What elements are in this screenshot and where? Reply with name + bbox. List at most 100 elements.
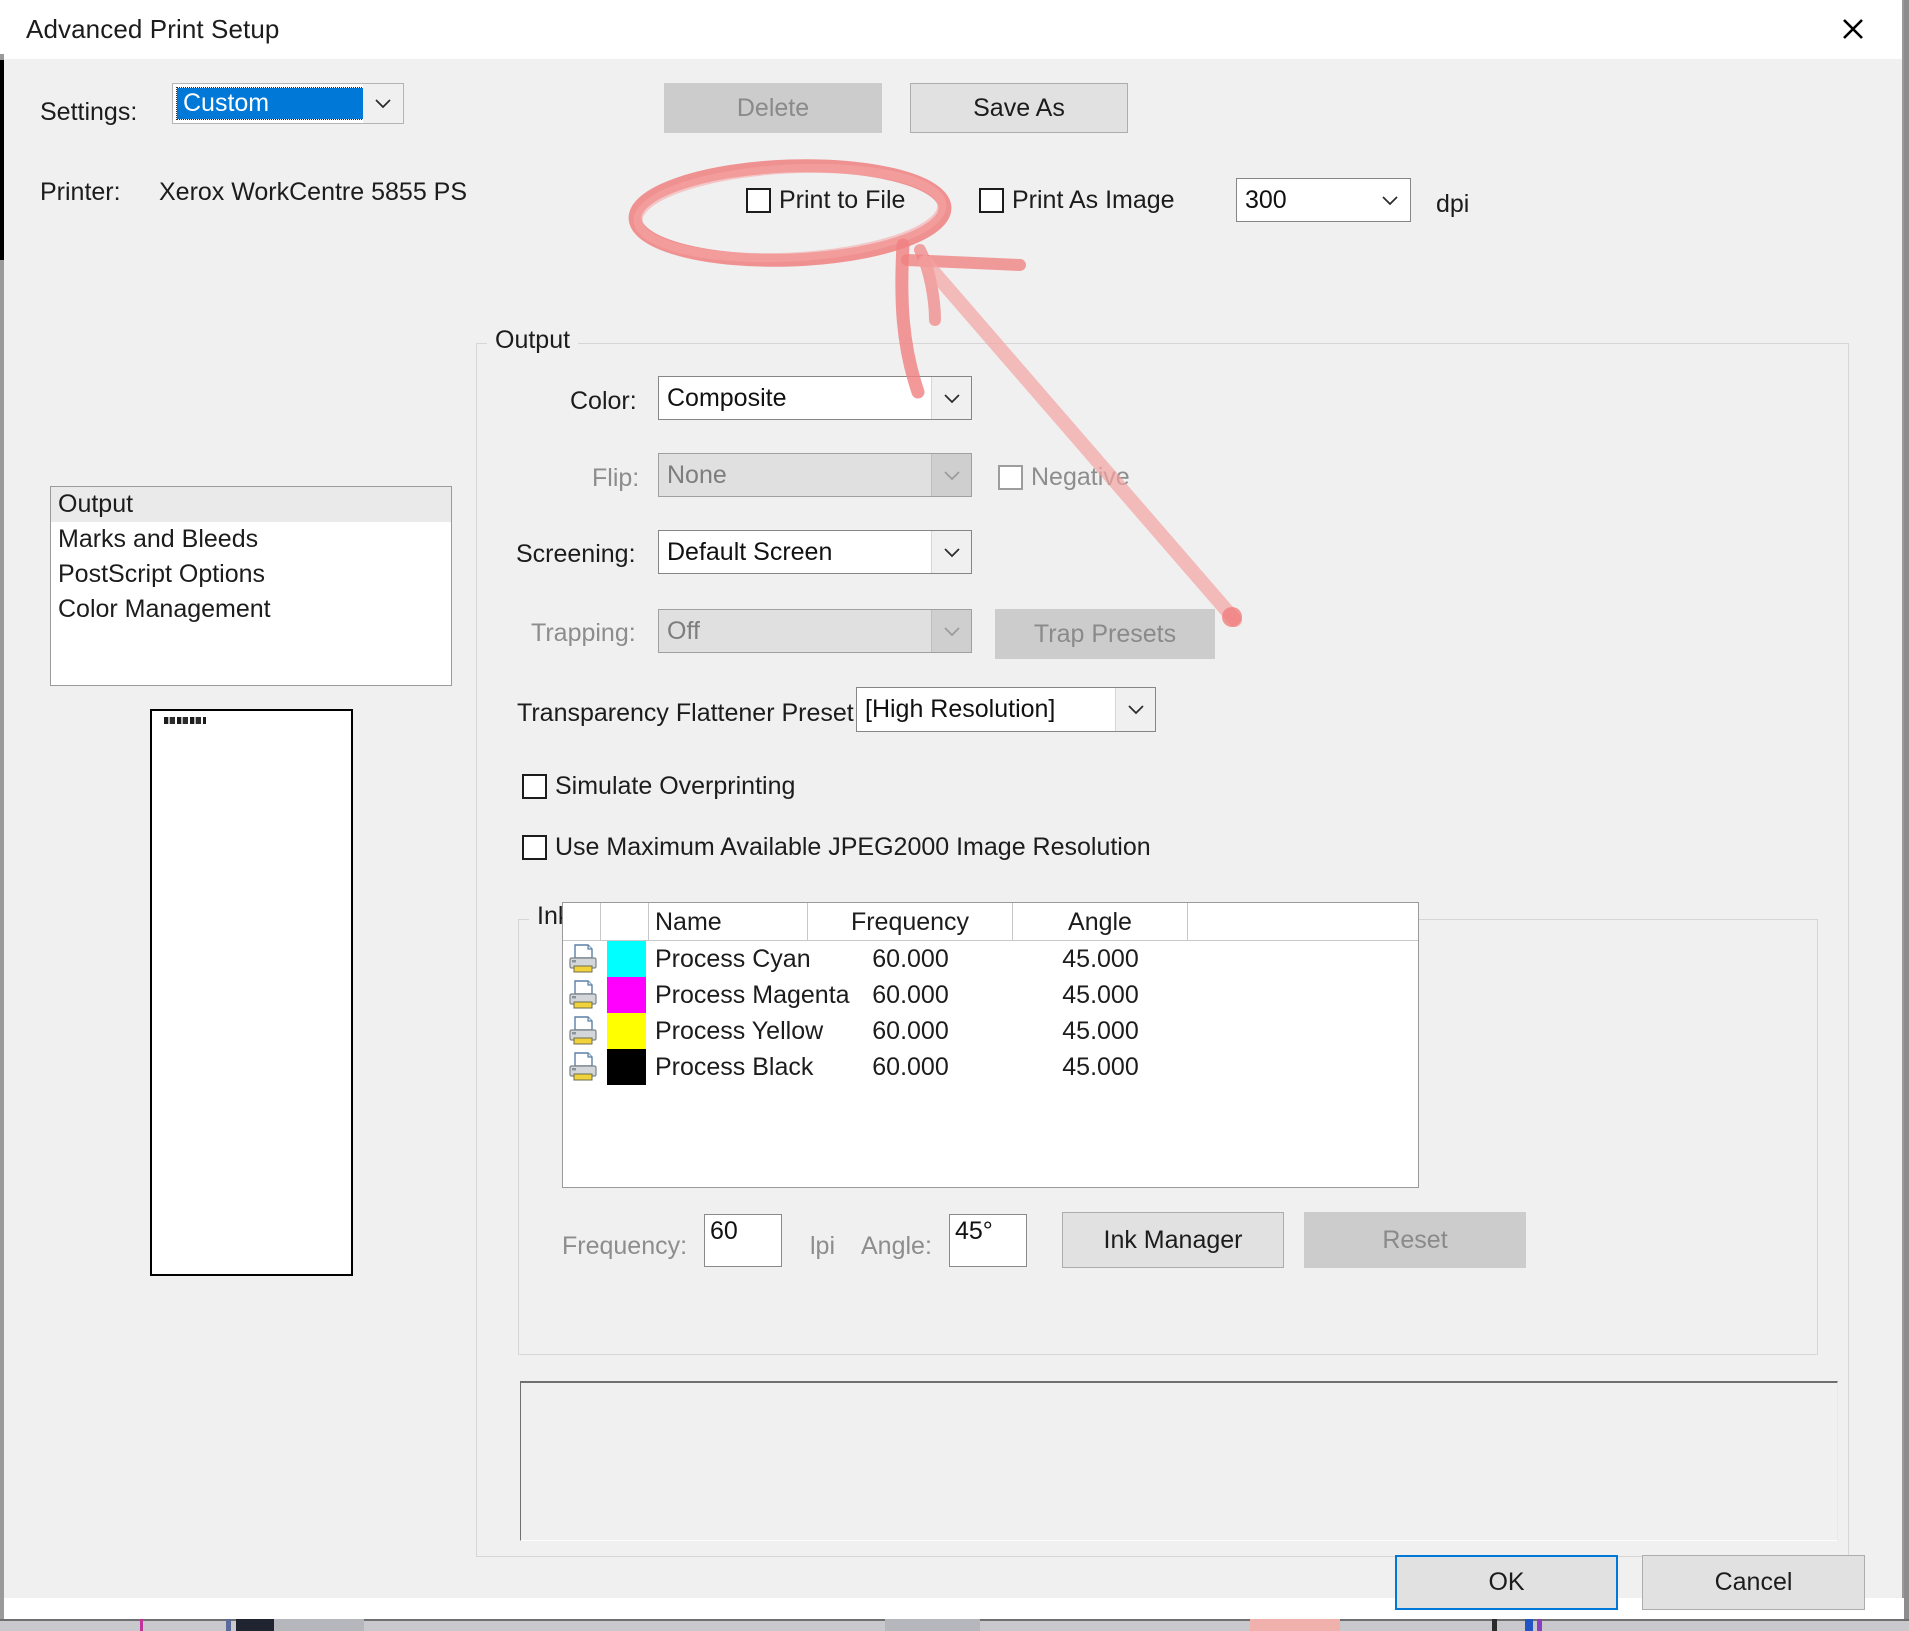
ink-col-angle-label: Angle [1068, 907, 1132, 936]
color-label: Color: [570, 387, 637, 415]
ink-angle: 45.000 [1062, 1052, 1139, 1081]
dpi-combobox[interactable]: 300 [1236, 178, 1411, 222]
ink-angle: 45.000 [1062, 944, 1139, 973]
flattener-value: [High Resolution] [865, 695, 1056, 723]
ink-angle: 45.000 [1062, 980, 1139, 1009]
ink-angle: 45.000 [1062, 1016, 1139, 1045]
flip-dropdown-arrow [931, 454, 971, 496]
screening-dropdown-arrow[interactable] [931, 531, 971, 573]
frequency-value: 60 [710, 1217, 738, 1245]
taskbar-item[interactable] [1250, 1619, 1340, 1631]
table-row[interactable]: Process Black 60.000 45.000 [563, 1049, 1418, 1085]
output-group-title: Output [487, 326, 579, 355]
simulate-overprinting-row[interactable]: Simulate Overprinting [522, 772, 795, 801]
color-combobox[interactable]: Composite [658, 376, 972, 420]
settings-dropdown-arrow[interactable] [363, 84, 403, 123]
printer-label: Printer: [40, 178, 121, 206]
printer-icon [566, 978, 600, 1012]
section-list[interactable]: Output Marks and Bleeds PostScript Optio… [50, 486, 452, 686]
frequency-label: Frequency: [562, 1232, 688, 1260]
screening-combobox[interactable]: Default Screen [658, 530, 972, 574]
delete-settings-button[interactable]: Delete [664, 83, 882, 133]
taskbar-item[interactable] [274, 1619, 364, 1631]
dpi-unit-label: dpi [1436, 190, 1470, 218]
screening-value: Default Screen [667, 537, 833, 566]
trapping-value: Off [667, 616, 700, 645]
ink-manager-button[interactable]: Ink Manager [1062, 1212, 1284, 1268]
title-bar: Advanced Print Setup [4, 0, 1902, 59]
taskbar[interactable] [0, 1619, 1909, 1631]
ink-color-swatch [607, 1049, 646, 1085]
ink-name: Process Cyan [655, 944, 811, 973]
chevron-down-icon [375, 99, 391, 109]
table-row[interactable]: Process Magenta 60.000 45.000 [563, 977, 1418, 1013]
color-value: Composite [667, 383, 787, 412]
chevron-down-icon [943, 547, 960, 557]
ink-col-spacer [1188, 903, 1418, 941]
ink-color-swatch [607, 941, 646, 977]
flattener-combobox[interactable]: [High Resolution] [856, 687, 1156, 732]
trap-presets-button: Trap Presets [995, 609, 1215, 659]
ink-table[interactable]: Name Frequency Angle Process Cyan 60.000… [562, 902, 1419, 1188]
settings-label: Settings: [40, 98, 138, 126]
ink-table-header: Name Frequency Angle [563, 903, 1418, 941]
taskbar-item[interactable] [885, 1619, 980, 1631]
angle-input[interactable]: 45° [949, 1214, 1027, 1267]
frequency-input[interactable]: 60 [704, 1214, 782, 1267]
ink-col-swatch [601, 903, 649, 941]
save-as-settings-button[interactable]: Save As [910, 83, 1128, 133]
table-row[interactable]: Process Yellow 60.000 45.000 [563, 1013, 1418, 1049]
taskbar-item[interactable] [236, 1619, 274, 1631]
ink-frequency: 60.000 [872, 1052, 949, 1081]
taskbar-item[interactable] [140, 1619, 143, 1631]
chevron-down-icon [1382, 195, 1398, 205]
taskbar-item[interactable] [1492, 1619, 1497, 1631]
sidebar-item-postscript-options[interactable]: PostScript Options [51, 557, 451, 592]
screenshot-root: Advanced Print Setup Settings: Custom De… [0, 0, 1909, 1631]
taskbar-item[interactable] [1525, 1619, 1533, 1631]
flattener-dropdown-arrow[interactable] [1115, 688, 1155, 731]
printer-name: Xerox WorkCentre 5855 PS [159, 178, 468, 206]
jpeg2000-row[interactable]: Use Maximum Available JPEG2000 Image Res… [522, 833, 1151, 862]
jpeg2000-label: Use Maximum Available JPEG2000 Image Res… [555, 833, 1151, 861]
close-button[interactable] [1814, 0, 1892, 58]
table-row[interactable]: Process Cyan 60.000 45.000 [563, 941, 1418, 977]
taskbar-item[interactable] [226, 1619, 231, 1631]
sidebar-item-marks-and-bleeds[interactable]: Marks and Bleeds [51, 522, 451, 557]
simulate-overprinting-checkbox[interactable] [522, 774, 547, 799]
ink-col-name: Name [649, 903, 808, 941]
reset-button: Reset [1304, 1212, 1526, 1268]
jpeg2000-checkbox[interactable] [522, 835, 547, 860]
chevron-down-icon [1127, 705, 1144, 715]
trapping-dropdown-arrow [931, 610, 971, 652]
sidebar-item-output[interactable]: Output [51, 487, 451, 522]
screening-label: Screening: [516, 540, 636, 568]
simulate-overprinting-label: Simulate Overprinting [555, 772, 796, 800]
trapping-combobox: Off [658, 609, 972, 653]
chevron-down-icon [943, 626, 960, 636]
lpi-label: lpi [810, 1232, 836, 1260]
ink-frequency: 60.000 [872, 944, 949, 973]
print-to-file-checkbox[interactable] [746, 188, 771, 213]
ink-color-swatch [607, 977, 646, 1013]
settings-combobox[interactable]: Custom [172, 83, 404, 124]
taskbar-item[interactable] [1537, 1619, 1542, 1631]
printer-icon [566, 1050, 600, 1084]
dpi-value: 300 [1245, 185, 1287, 214]
dpi-dropdown-arrow[interactable] [1370, 179, 1410, 221]
print-to-file-row[interactable]: Print to File [746, 186, 905, 215]
desktop-right-rail [1904, 0, 1909, 1631]
print-as-image-label: Print As Image [1012, 186, 1175, 214]
ink-frequency: 60.000 [872, 980, 949, 1009]
sidebar-item-color-management[interactable]: Color Management [51, 592, 451, 627]
print-as-image-row[interactable]: Print As Image [979, 186, 1175, 215]
advanced-print-setup-dialog: Advanced Print Setup Settings: Custom De… [4, 0, 1904, 1610]
chevron-down-icon [943, 470, 960, 480]
cancel-button[interactable]: Cancel [1642, 1555, 1865, 1610]
ink-frequency: 60.000 [872, 1016, 949, 1045]
print-as-image-checkbox[interactable] [979, 188, 1004, 213]
ink-name: Process Black [655, 1052, 814, 1081]
negative-row: Negative [998, 463, 1130, 492]
ok-button[interactable]: OK [1395, 1555, 1618, 1610]
color-dropdown-arrow[interactable] [931, 377, 971, 419]
